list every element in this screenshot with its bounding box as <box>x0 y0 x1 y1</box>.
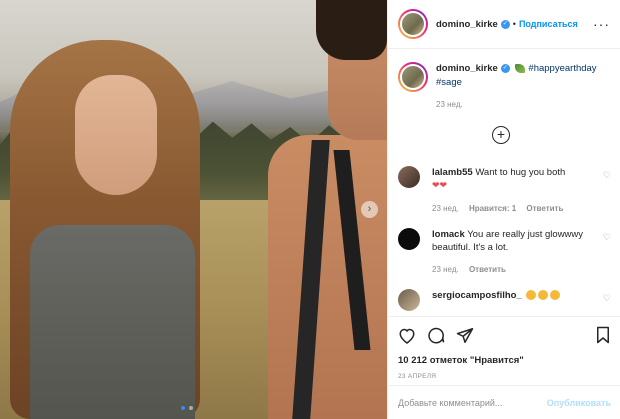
photo-woman-shirt <box>30 225 195 419</box>
heart-icon[interactable]: ♡ <box>603 293 611 304</box>
clapping-hands-icon <box>550 290 561 301</box>
herb-emoji-icon <box>515 63 526 73</box>
comment-timestamp[interactable]: 23 нед. <box>432 265 459 274</box>
add-comment-bar: Опубликовать <box>388 385 620 419</box>
hashtag-link[interactable]: #sage <box>436 77 462 88</box>
heart-icon[interactable]: ♡ <box>603 232 611 243</box>
heart-icon[interactable] <box>398 327 416 344</box>
likes-count[interactable]: 10 212 отметок "Нравится" <box>398 355 611 366</box>
comment-item: lomack You are really just glowwwy beaut… <box>398 228 611 276</box>
comment-username[interactable]: lomack <box>432 229 465 240</box>
action-icons <box>398 325 611 345</box>
comment-text: Want to hug you both <box>475 167 566 178</box>
caption-timestamp[interactable]: 23 нед. <box>436 98 597 112</box>
post-date[interactable]: 23 апреля <box>398 373 611 380</box>
caption-username[interactable]: domino_kirke <box>436 63 498 74</box>
heart-emoji: ❤❤ <box>432 180 448 190</box>
avatar[interactable] <box>398 166 420 188</box>
post-caption: domino_kirke ✓ #happyearthday #sage 23 не… <box>388 49 620 112</box>
chevron-right-icon[interactable]: › <box>361 201 378 218</box>
plus-circle-icon[interactable]: + <box>492 126 510 144</box>
more-horizontal-icon[interactable]: ··· <box>593 16 610 32</box>
avatar[interactable] <box>398 62 428 92</box>
verified-badge-icon: ✓ <box>500 63 510 73</box>
avatar[interactable] <box>398 228 420 250</box>
verified-badge-icon: ✓ <box>500 19 510 29</box>
header-separator: • <box>512 19 516 29</box>
reply-button[interactable]: Ответить <box>526 204 563 213</box>
reply-button[interactable]: Ответить <box>469 265 506 274</box>
post-actions: 10 212 отметок "Нравится" 23 апреля <box>388 316 620 380</box>
clapping-hands-icon <box>526 290 537 301</box>
header-username[interactable]: domino_kirke <box>436 19 498 30</box>
post-photo[interactable]: › <box>0 0 387 419</box>
post-side-panel: domino_kirke ✓ • Подписаться ··· domino_… <box>387 0 620 419</box>
comment-input[interactable] <box>398 397 547 408</box>
hashtag-link[interactable]: #happyearthday <box>528 63 596 74</box>
comment-meta: 23 нед. Нравится: 1 Ответить <box>432 202 602 215</box>
avatar[interactable] <box>398 9 428 39</box>
heart-icon[interactable]: ♡ <box>603 170 611 181</box>
bookmark-icon[interactable] <box>595 326 611 344</box>
comment-username[interactable]: sergiocamposfilho_ <box>432 290 522 301</box>
avatar[interactable] <box>398 289 420 311</box>
carousel-dot <box>189 406 193 410</box>
comment-meta: 23 нед. Ответить <box>432 263 602 276</box>
photo-man-hair <box>316 0 387 60</box>
comment-item: sergiocamposfilho_ ♡ <box>398 289 611 311</box>
comment-icon[interactable] <box>427 326 445 344</box>
share-icon[interactable] <box>456 327 474 344</box>
photo-man-body <box>268 135 387 419</box>
carousel-dots <box>181 406 193 410</box>
post-header: domino_kirke ✓ • Подписаться ··· <box>388 0 620 49</box>
follow-button[interactable]: Подписаться <box>519 19 578 29</box>
comment-timestamp[interactable]: 23 нед. <box>432 204 459 213</box>
carousel-dot-active <box>181 406 185 410</box>
comment-username[interactable]: lalamb55 <box>432 167 473 178</box>
clapping-hands-icon <box>538 290 549 301</box>
photo-woman-face <box>75 75 157 195</box>
comment-item: lalamb55 Want to hug you both ❤❤ 23 нед.… <box>398 166 611 215</box>
comment-likes-count[interactable]: Нравится: 1 <box>469 204 516 213</box>
publish-button[interactable]: Опубликовать <box>547 398 611 408</box>
